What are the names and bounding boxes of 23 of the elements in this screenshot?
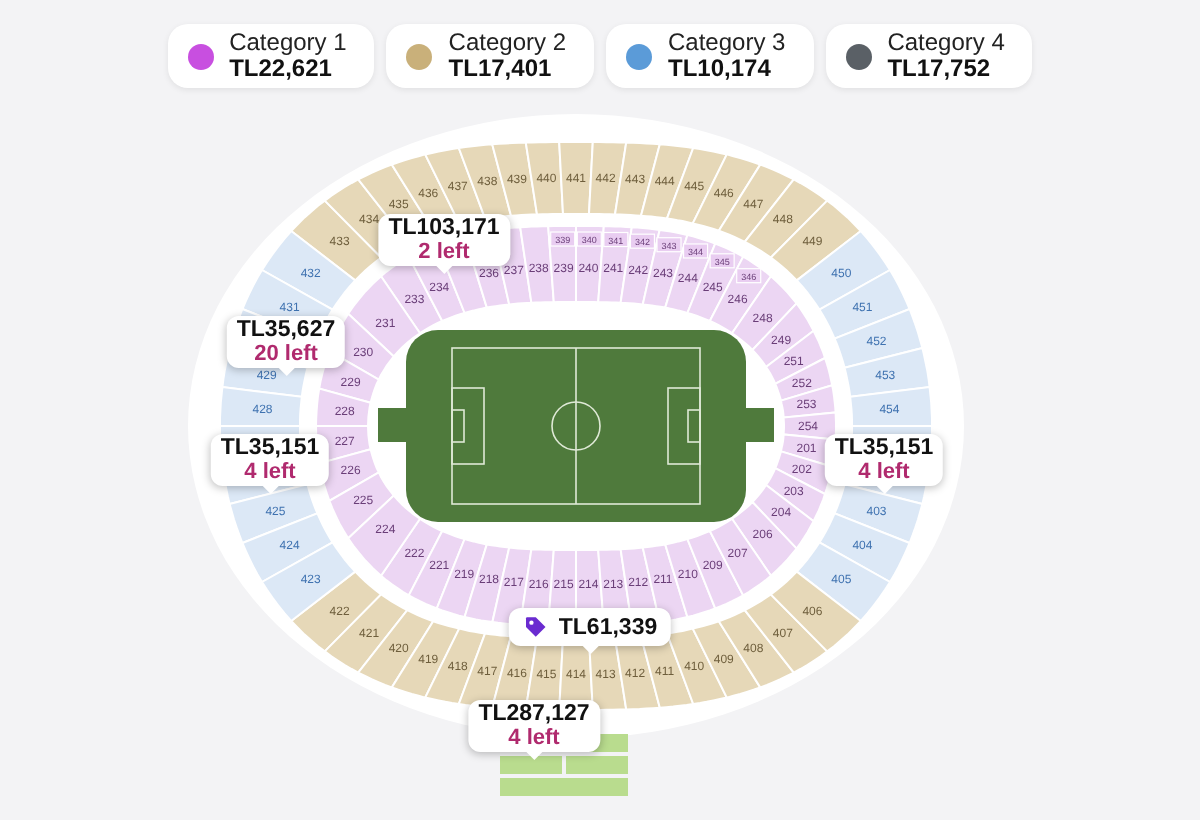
suite-box[interactable]: [656, 237, 682, 253]
category-price: TL10,174: [668, 56, 773, 82]
category-name: Category 2: [448, 30, 566, 56]
suite-box[interactable]: [682, 243, 709, 259]
price-tag-icon: [522, 614, 549, 640]
category-chip[interactable]: Category 3 TL10,174: [606, 24, 814, 88]
category-price: TL17,752: [887, 56, 993, 82]
category-name: Category 3: [668, 30, 786, 56]
suite-box[interactable]: [736, 268, 762, 284]
category-name: Category 4: [887, 30, 1005, 56]
category-chip[interactable]: Category 1 TL22,621: [167, 24, 375, 88]
tunnel: [378, 408, 408, 442]
suite-box[interactable]: [603, 231, 629, 248]
category-price: TL22,621: [229, 56, 334, 82]
suite-box[interactable]: [550, 231, 576, 247]
suite-box[interactable]: [629, 233, 656, 249]
suite-box[interactable]: [709, 253, 735, 269]
tunnel: [744, 408, 774, 442]
category-chip[interactable]: Category 2 TL17,401: [386, 24, 594, 88]
category-chip[interactable]: Category 4 TL17,752: [825, 24, 1033, 88]
suite-box[interactable]: [576, 231, 602, 247]
category-name: Category 1: [229, 30, 347, 56]
category-price: TL17,401: [448, 56, 554, 82]
